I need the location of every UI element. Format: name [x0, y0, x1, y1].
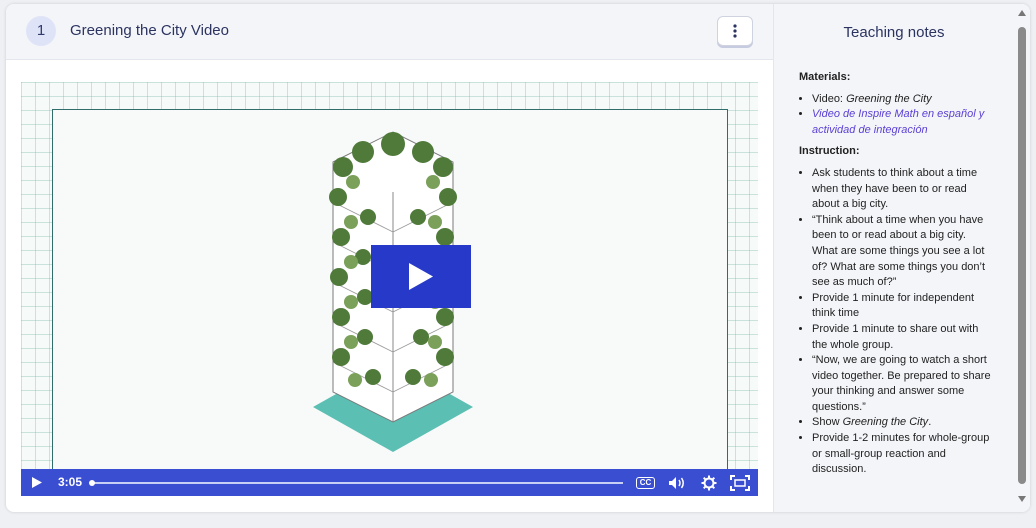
- list-item: “Now, we are going to watch a short vide…: [812, 353, 991, 415]
- progress-bar[interactable]: [91, 482, 623, 484]
- more-options-button[interactable]: [717, 16, 753, 46]
- volume-button[interactable]: [668, 469, 686, 496]
- notes-scrollbar[interactable]: [1015, 4, 1029, 512]
- activity-card: 1 Greening the City Video 3:05 CC Teachi…: [6, 4, 1030, 512]
- list-item: Ask students to think about a time when …: [812, 166, 991, 213]
- list-item: “Think about a time when you have been t…: [812, 213, 991, 291]
- page-title: Greening the City Video: [70, 22, 229, 39]
- list-item: Video: Greening the City: [812, 92, 991, 108]
- scroll-up-arrow-icon[interactable]: [1018, 10, 1026, 16]
- scroll-down-arrow-icon[interactable]: [1018, 496, 1026, 502]
- gear-icon: [701, 475, 717, 491]
- progress-handle[interactable]: [89, 480, 95, 486]
- video-panel: 1 Greening the City Video 3:05 CC: [6, 4, 773, 512]
- video-player[interactable]: 3:05 CC: [21, 82, 758, 496]
- teaching-notes-panel[interactable]: Teaching notes Materials: Video: Greenin…: [773, 4, 1030, 512]
- current-time: 3:05: [58, 475, 83, 489]
- play-icon: [409, 263, 433, 290]
- instruction-heading: Instruction:: [799, 145, 860, 158]
- card-header: 1 Greening the City Video: [6, 4, 773, 60]
- step-number-badge: 1: [26, 16, 56, 46]
- play-icon: [32, 477, 42, 488]
- center-play-button[interactable]: [371, 245, 471, 308]
- fullscreen-button[interactable]: [730, 469, 750, 496]
- video-frame: [52, 109, 728, 471]
- captions-button[interactable]: CC: [636, 477, 655, 489]
- fullscreen-icon: [730, 475, 750, 491]
- integration-activity-link[interactable]: Video de Inspire Math en español y activ…: [812, 107, 991, 138]
- video-controls-bar: 3:05 CC: [21, 469, 758, 496]
- list-item: Show Greening the City.: [812, 415, 991, 431]
- play-button[interactable]: [31, 469, 43, 496]
- kebab-menu-icon: [733, 24, 737, 38]
- volume-icon: [669, 477, 684, 489]
- teaching-notes-title: Teaching notes: [843, 24, 945, 41]
- list-item: Provide 1 minute to share out with the w…: [812, 322, 991, 353]
- materials-list: Video: Greening the City Video de Inspir…: [799, 92, 991, 139]
- instruction-list: Ask students to think about a time when …: [799, 166, 991, 478]
- scrollbar-thumb[interactable]: [1018, 27, 1026, 484]
- materials-heading: Materials:: [799, 71, 851, 83]
- teaching-notes-content: Materials: Video: Greening the City Vide…: [799, 70, 991, 484]
- list-item: Provide 1 minute for independent think t…: [812, 291, 991, 322]
- list-item: Provide 1-2 minutes for whole-group or s…: [812, 431, 991, 478]
- settings-button[interactable]: [701, 469, 717, 496]
